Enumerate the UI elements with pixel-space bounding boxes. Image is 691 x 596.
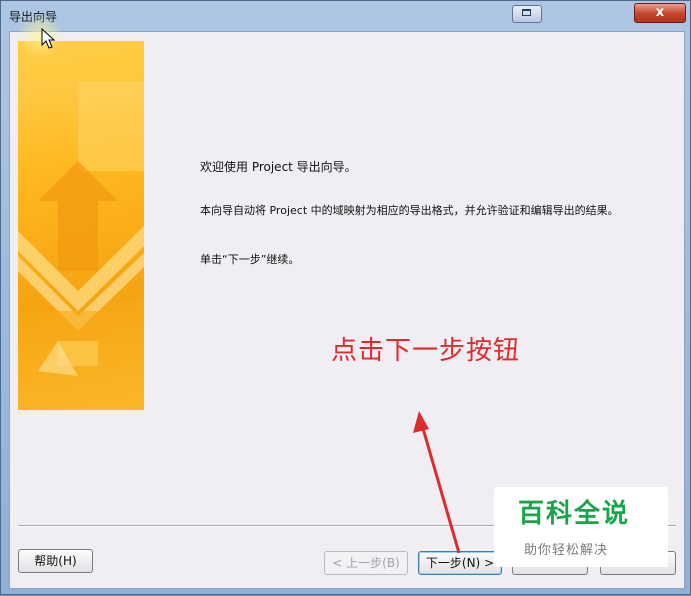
help-button[interactable]: 帮助(H): [18, 549, 93, 573]
next-button[interactable]: 下一步(N) >: [418, 551, 502, 575]
mouse-cursor-icon: [41, 28, 56, 49]
previous-button[interactable]: < 上一步(B): [324, 551, 408, 575]
watermark-logo: 百科全说 助你轻松解决: [494, 487, 668, 567]
instruction-text: 单击“下一步”继续。: [200, 253, 300, 266]
restore-button[interactable]: [512, 5, 542, 23]
title-bar[interactable]: 导出向导 x: [1, 1, 691, 31]
welcome-text: 欢迎使用 Project 导出向导。: [200, 160, 357, 174]
wizard-banner-image: [18, 41, 144, 410]
restore-icon: [522, 9, 531, 16]
banner-illustration: [18, 41, 144, 410]
close-button[interactable]: x: [634, 3, 686, 23]
watermark-title: 百科全说: [518, 499, 631, 529]
annotation-caption: 点击下一步按钮: [331, 336, 521, 366]
description-text: 本向导自动将 Project 中的域映射为相应的导出格式，并允许验证和编辑导出的…: [200, 204, 619, 217]
watermark-subtitle: 助你轻松解决: [524, 543, 609, 558]
export-wizard-window: 导出向导 x 欢迎使用 Project 导出向导。 本向导自动将 Project…: [0, 0, 691, 595]
